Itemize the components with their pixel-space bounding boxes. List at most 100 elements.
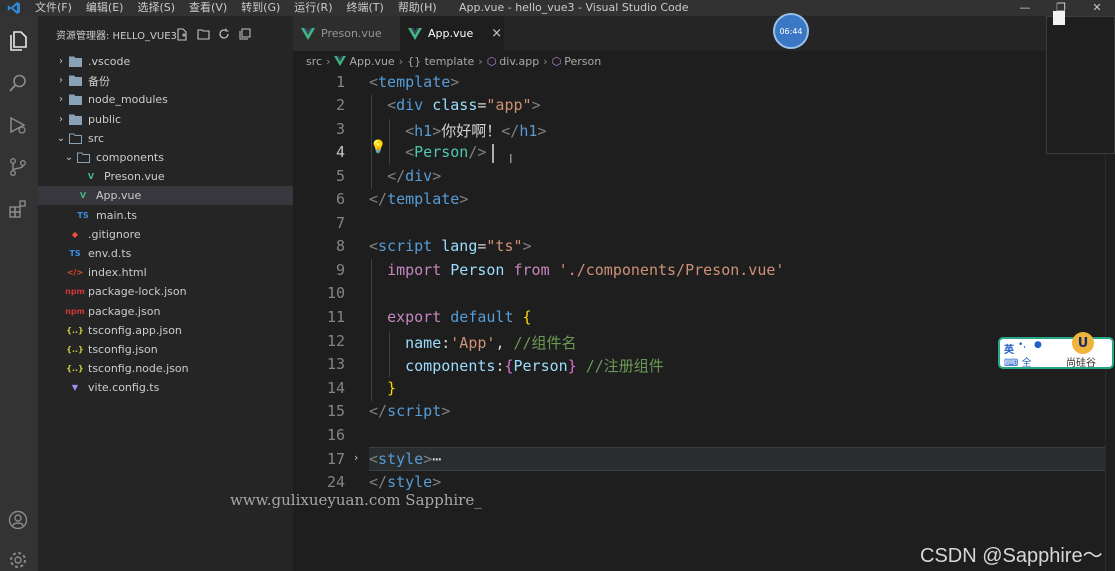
new-folder-icon[interactable] <box>196 27 210 41</box>
tree-item[interactable]: › public <box>38 110 293 129</box>
chevron-right-icon: › <box>543 54 548 68</box>
tree-item-label: main.ts <box>96 208 138 222</box>
tree-item[interactable]: V Preson.vue <box>38 167 293 186</box>
source-control-icon[interactable] <box>7 156 29 178</box>
tree-item-label: index.html <box>88 266 147 280</box>
tab-app-vue[interactable]: App.vue × <box>400 16 504 51</box>
menu-edit[interactable]: 编辑(E) <box>79 0 131 16</box>
code-line-2: <div class="app"> <box>387 96 541 114</box>
chevron-right-icon[interactable]: › <box>56 56 66 67</box>
element-icon: ⬡ <box>551 54 562 68</box>
folder-icon <box>68 113 82 125</box>
recording-timer-badge: 06:44 <box>773 13 809 49</box>
tree-item[interactable]: V App.vue <box>38 186 293 206</box>
mouse-ibeam-icon: I <box>509 152 513 166</box>
tree-item[interactable]: ◆ .gitignore <box>38 225 293 244</box>
line-number: 12 <box>326 332 345 350</box>
line-number: 3 <box>335 120 345 138</box>
menu-file[interactable]: 文件(F) <box>28 0 79 16</box>
breadcrumb-src[interactable]: src <box>306 55 322 68</box>
breadcrumb-app-vue[interactable]: App.vue <box>349 55 394 68</box>
menu-selection[interactable]: 选择(S) <box>130 0 182 16</box>
tree-item[interactable]: ⌄ components <box>38 148 293 167</box>
code-line-15: </script> <box>369 402 451 420</box>
chevron-down-icon[interactable]: ⌄ <box>56 133 66 144</box>
tab-preson-vue[interactable]: Preson.vue <box>293 16 400 51</box>
explorer-toolbar <box>175 27 252 41</box>
menu-help[interactable]: 帮助(H) <box>391 0 444 16</box>
csdn-watermark: CSDN @Sapphire～ <box>920 545 1103 567</box>
git-file-icon: ◆ <box>71 229 79 239</box>
ime-toolbar[interactable]: 英 •, ● ⌨ 全 尚硅谷 U <box>998 332 1114 369</box>
tree-item[interactable]: › 备份 <box>38 71 293 90</box>
account-icon[interactable] <box>7 509 29 531</box>
folder-icon <box>76 152 90 164</box>
line-number: 5 <box>335 167 345 185</box>
menu-run[interactable]: 运行(R) <box>287 0 339 16</box>
tree-item[interactable]: › .vscode <box>38 52 293 71</box>
search-icon[interactable] <box>7 72 29 94</box>
json-file-icon: {..} <box>66 364 84 374</box>
tree-item[interactable]: npm package.json <box>38 302 293 321</box>
editor-tabs: Preson.vue App.vue × ⋯ <box>293 16 1115 51</box>
ime-mode-icons[interactable]: ⌨ 全 <box>1004 354 1032 369</box>
tree-item[interactable]: {..} tsconfig.json <box>38 340 293 359</box>
tree-item[interactable]: {..} tsconfig.node.json <box>38 359 293 378</box>
fold-chevron-icon[interactable]: › <box>354 451 358 464</box>
code-line-6: </template> <box>369 190 469 208</box>
line-number: 8 <box>335 237 345 255</box>
collapse-all-icon[interactable] <box>238 27 252 41</box>
chevron-down-icon[interactable]: ⌄ <box>64 152 74 163</box>
npm-file-icon: npm <box>65 306 85 316</box>
user-icon[interactable]: ● <box>1034 340 1042 350</box>
tree-item[interactable]: </> index.html <box>38 263 293 282</box>
tree-item[interactable]: ⌄ src <box>38 129 293 148</box>
code-line-12: name:'App', //组件名 <box>405 334 577 352</box>
tree-item-label: tsconfig.app.json <box>88 323 182 337</box>
tab-close-button[interactable]: × <box>491 26 502 41</box>
html-file-icon: </> <box>66 268 84 278</box>
tree-item[interactable]: ▼ vite.config.ts <box>38 378 293 397</box>
menu-view[interactable]: 查看(V) <box>182 0 234 16</box>
folded-ellipsis[interactable]: ⋯ <box>432 450 441 468</box>
ime-brand-badge: U <box>1072 332 1094 354</box>
tree-item[interactable]: {..} tsconfig.app.json <box>38 321 293 340</box>
line-number: 7 <box>335 214 345 232</box>
tree-item-label: package-lock.json <box>88 285 187 299</box>
close-window-button[interactable]: ✕ <box>1079 0 1115 16</box>
tree-item[interactable]: TS main.ts <box>38 206 293 225</box>
tree-item[interactable]: TS env.d.ts <box>38 244 293 263</box>
chevron-right-icon[interactable]: › <box>56 75 66 86</box>
code-line-1: <template> <box>369 73 460 91</box>
tree-item-label: src <box>88 131 105 145</box>
text-cursor <box>492 144 494 163</box>
menu-go[interactable]: 转到(G) <box>234 0 287 16</box>
menu-terminal[interactable]: 终端(T) <box>340 0 391 16</box>
vue-file-icon <box>334 56 347 66</box>
tree-item[interactable]: › node_modules <box>38 90 293 109</box>
title-bar: 文件(F) 编辑(E) 选择(S) 查看(V) 转到(G) 运行(R) 终端(T… <box>0 0 1115 16</box>
chevron-right-icon[interactable]: › <box>56 114 66 125</box>
code-line-14: } <box>387 379 397 397</box>
settings-gear-icon[interactable] <box>7 549 29 571</box>
tree-item-label: Preson.vue <box>104 170 165 184</box>
ts-file-icon: TS <box>69 249 81 258</box>
lightbulb-icon[interactable]: 💡 <box>370 140 386 155</box>
chevron-right-icon[interactable]: › <box>56 94 66 105</box>
folder-icon <box>68 132 82 144</box>
minimize-button[interactable]: — <box>1007 0 1043 16</box>
refresh-icon[interactable] <box>217 27 231 41</box>
tree-item[interactable]: npm package-lock.json <box>38 282 293 301</box>
punctuation-icon[interactable]: •, <box>1018 340 1026 350</box>
explorer-icon[interactable] <box>7 30 29 52</box>
breadcrumb-div-app[interactable]: div.app <box>499 55 539 68</box>
breadcrumb-person[interactable]: Person <box>564 55 601 68</box>
line-number: 24 <box>326 473 345 491</box>
run-debug-icon[interactable] <box>7 114 29 136</box>
new-file-icon[interactable] <box>175 27 189 41</box>
extensions-icon[interactable] <box>7 198 29 220</box>
chevron-right-icon: › <box>398 54 404 68</box>
line-number: 10 <box>326 284 345 302</box>
line-number: 11 <box>326 308 345 326</box>
breadcrumb-template[interactable]: {} template <box>407 55 474 68</box>
